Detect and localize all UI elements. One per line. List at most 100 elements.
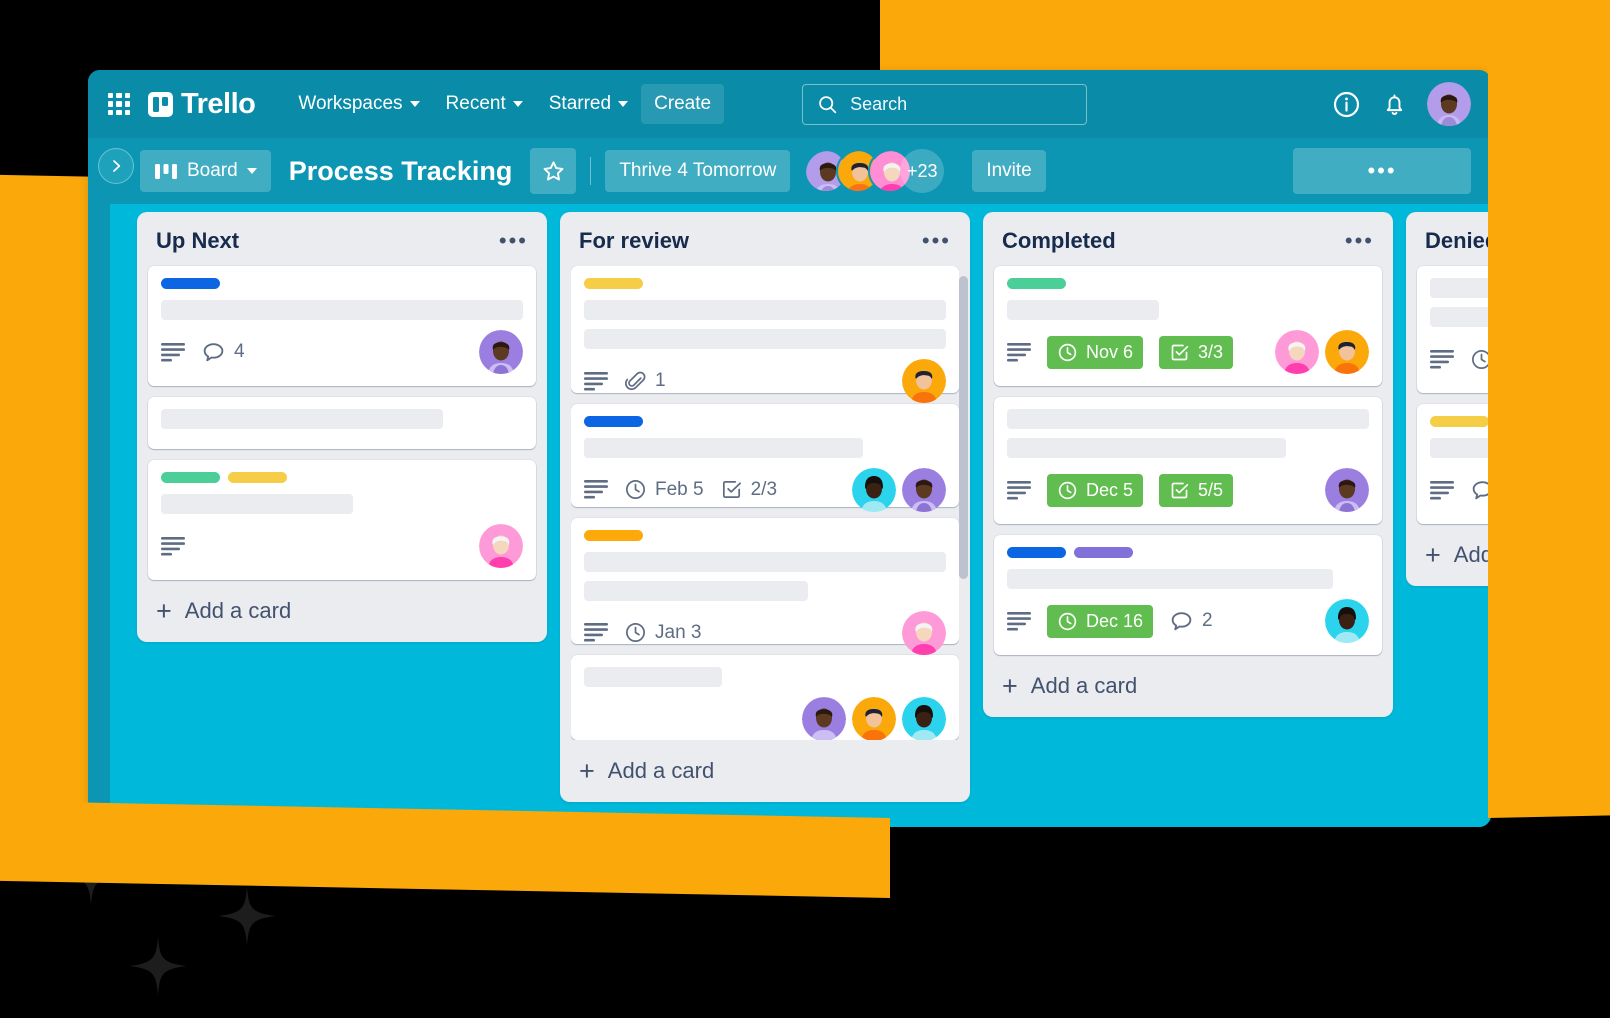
avatar[interactable] [479,524,523,568]
card-label-green[interactable] [1007,278,1066,289]
card-label-yellow[interactable] [584,278,643,289]
board-view-switcher[interactable]: Board [140,150,271,192]
scrollbar-thumb[interactable] [959,276,968,580]
card-label-yellow[interactable] [1430,416,1489,427]
clock-icon [1058,481,1077,499]
list-header: Up Next ••• [148,226,536,266]
due-date-text: Dec 16 [1086,610,1144,631]
card[interactable] [148,460,536,580]
card[interactable]: 1 [571,266,959,403]
card[interactable]: Nov 6 3/3 [994,266,1382,386]
trello-logo[interactable]: Trello [148,88,256,121]
info-circle-icon[interactable] [1331,89,1361,119]
avatar[interactable] [902,359,946,403]
description-icon [161,536,185,556]
list-title: Completed [1002,228,1116,253]
nav-recent-label: Recent [445,93,506,114]
card-title-placeholder [1007,300,1160,320]
checklist-complete-badge: 5/5 [1159,473,1234,507]
comment-icon [203,342,224,361]
nav-workspaces[interactable]: Workspaces [285,84,432,124]
card-label-yellow[interactable] [228,472,287,483]
nav-starred[interactable]: Starred [536,84,641,124]
due-date-complete-badge: Nov 6 [1047,335,1144,369]
card[interactable] [1417,266,1491,393]
card-container [1417,266,1491,524]
list-header: Completed ••• [994,226,1382,266]
avatar[interactable] [852,697,896,740]
card-footer: 4 [161,330,523,374]
checklist-badge: 2/3 [720,478,777,501]
avatar[interactable] [802,697,846,740]
card-title-placeholder [1007,409,1369,429]
card-labels [584,278,946,289]
avatar[interactable] [902,697,946,740]
avatar[interactable] [852,467,896,512]
card[interactable] [571,655,959,740]
card-title-placeholder [584,437,863,458]
add-card-button[interactable]: + Add a card [1417,524,1491,576]
list-header: For review ••• [571,226,959,266]
create-button[interactable]: Create [641,84,725,124]
board-header-bar: Board Process Tracking Thrive 4 Tomorrow [88,138,1491,204]
avatar[interactable] [1325,599,1369,643]
card[interactable]: Dec 16 2 [994,535,1382,655]
chevron-right-icon [113,160,121,172]
account-avatar[interactable] [1427,82,1471,126]
member-overflow-count[interactable]: +23 [900,149,945,193]
list-denied: Denied [1406,212,1491,586]
card-members [902,359,946,403]
board-menu-button[interactable]: ••• [1293,148,1471,194]
card-members [1275,330,1369,374]
trello-logo-mark [148,91,173,117]
list-menu-button[interactable]: ••• [922,230,951,252]
chevron-down-icon [618,101,629,107]
card-label-blue[interactable] [1007,547,1066,558]
avatar[interactable] [902,467,946,512]
star-outline-icon [543,160,564,180]
checklist-count: 3/3 [1198,341,1224,362]
due-date-text: Nov 6 [1086,341,1134,362]
decorative-orange-overlay-bottom [0,800,890,898]
add-card-button[interactable]: + Add a card [571,740,959,792]
list-menu-button[interactable]: ••• [499,230,528,252]
list-menu-button[interactable]: ••• [1345,230,1374,252]
card-label-orange[interactable] [584,529,643,541]
card-title-placeholder [584,580,809,601]
star-board-button[interactable] [530,148,577,194]
card-label-green[interactable] [161,472,220,483]
workspace-chip[interactable]: Thrive 4 Tomorrow [605,150,791,192]
list-scrollbar[interactable] [959,276,968,722]
card-footer [161,524,523,568]
top-nav-right-group [1331,82,1491,126]
card-members [1325,599,1369,643]
plus-icon: + [156,596,172,626]
avatar[interactable] [1275,330,1319,374]
card-label-blue[interactable] [161,278,220,289]
bell-icon[interactable] [1379,89,1409,119]
list-title: Denied [1425,228,1491,253]
avatar[interactable] [1325,468,1369,512]
card[interactable] [1417,404,1491,524]
due-date-badge: Jan 3 [624,621,701,644]
card-label-blue[interactable] [584,415,643,427]
card[interactable]: Feb 5 2/3 [571,403,959,512]
nav-recent[interactable]: Recent [433,84,536,124]
card-members [479,330,523,374]
card[interactable] [148,397,536,449]
avatar[interactable] [479,330,523,374]
card-label-purple[interactable] [1074,547,1133,558]
add-card-button[interactable]: + Add a card [994,655,1382,707]
sidebar-expand-button[interactable] [98,148,134,184]
card[interactable]: 4 [148,266,536,386]
card[interactable]: Jan 3 [571,517,959,655]
card[interactable]: Dec 5 5/5 [994,397,1382,524]
board-canvas[interactable]: Up Next ••• 4 + Add a card For review ••… [110,204,1491,827]
avatar[interactable] [1325,330,1369,374]
invite-button[interactable]: Invite [972,150,1046,192]
avatar[interactable] [902,610,946,655]
nav-starred-label: Starred [548,93,612,114]
search-input[interactable]: Search [802,83,1088,125]
apps-grid-icon[interactable] [108,93,130,115]
add-card-button[interactable]: + Add a card [148,580,536,632]
